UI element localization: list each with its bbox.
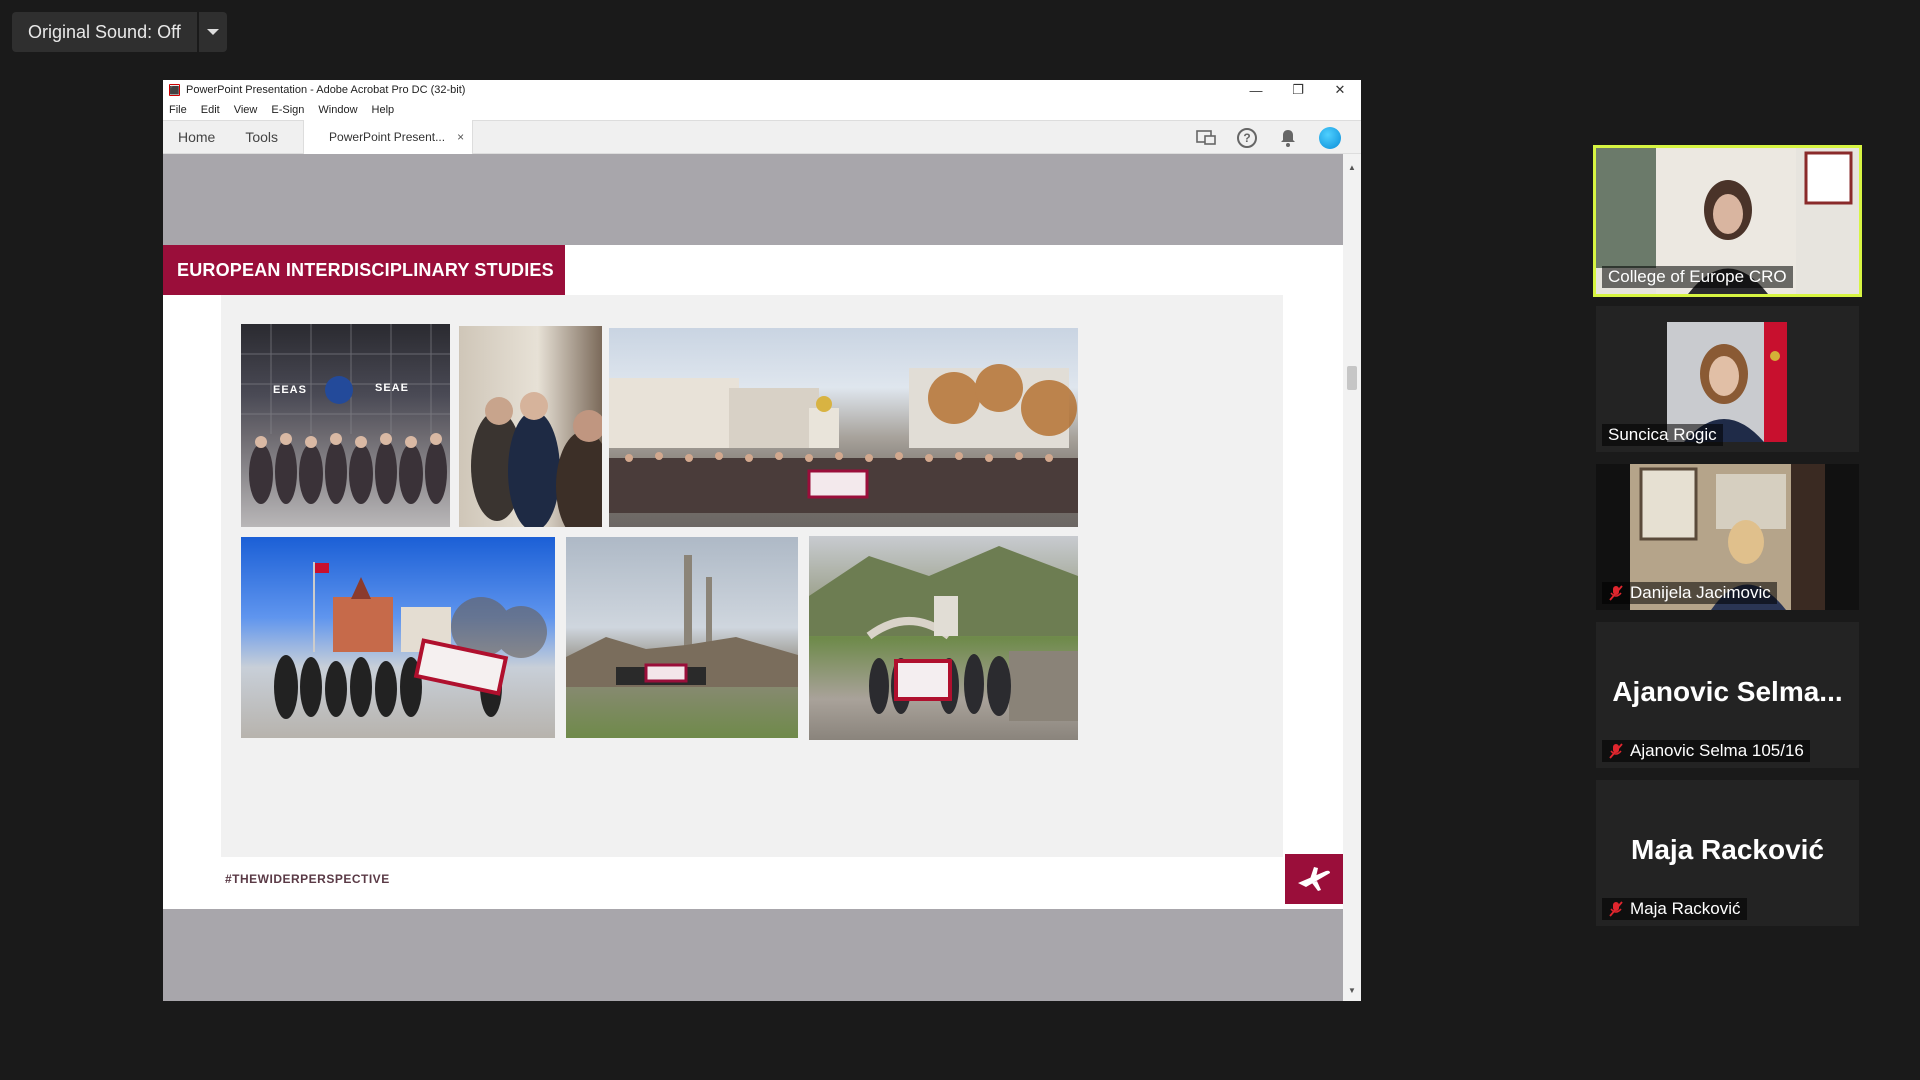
toolbar-icons: ? (1195, 121, 1341, 155)
photo-city-square-group (609, 328, 1078, 527)
tab-bar: Home Tools PowerPoint Present... × ? (163, 120, 1361, 154)
menu-bar: File Edit View E-Sign Window Help (163, 100, 1361, 120)
original-sound-control: Original Sound: Off (12, 12, 227, 52)
participant-display-name: Maja Racković (1631, 834, 1824, 865)
pdf-icon: ⬛ (169, 84, 180, 96)
participant-tile-suncica-rogic[interactable]: Suncica Rogic (1596, 306, 1859, 452)
close-tab-icon[interactable]: × (457, 130, 464, 144)
participant-display-name: Ajanovic Selma... (1612, 676, 1843, 707)
photo-old-bridge-hills (809, 536, 1078, 740)
window-title: PowerPoint Presentation - Adobe Acrobat … (186, 84, 466, 96)
photo-old-town-flags (241, 537, 555, 738)
menu-help[interactable]: Help (372, 104, 395, 116)
document-viewport: EUROPEAN INTERDISCIPLINARY STUDIES EEAS (163, 154, 1343, 1001)
chevron-down-icon (206, 29, 219, 35)
participant-tile-maja-rackovic[interactable]: Maja Racković Maja Racković (1596, 780, 1859, 926)
window-controls: — ❐ ✕ (1235, 80, 1361, 100)
participant-name: Ajanovic Selma 105/16 (1602, 740, 1810, 762)
menu-esign[interactable]: E-Sign (271, 104, 304, 116)
account-avatar[interactable] (1319, 127, 1341, 149)
menu-file[interactable]: File (169, 104, 187, 116)
bell-icon[interactable] (1277, 127, 1299, 149)
scroll-thumb[interactable] (1347, 366, 1357, 390)
window-titlebar: ⬛ PowerPoint Presentation - Adobe Acroba… (163, 80, 1361, 100)
scroll-down-icon[interactable]: ▼ (1343, 983, 1361, 997)
seae-sign: SEAE (375, 382, 409, 394)
participant-tile-college-of-europe[interactable]: College of Europe CRO (1593, 145, 1862, 297)
document-tab-label: PowerPoint Present... (329, 130, 446, 144)
original-sound-dropdown[interactable] (198, 12, 227, 52)
tab-document[interactable]: PowerPoint Present... × (303, 120, 474, 154)
mic-muted-icon (1609, 743, 1623, 759)
tab-home[interactable]: Home (163, 129, 230, 145)
airplane-icon (1298, 867, 1330, 891)
close-window-button[interactable]: ✕ (1319, 80, 1361, 100)
menu-window[interactable]: Window (318, 104, 357, 116)
mic-muted-icon (1609, 585, 1623, 601)
photo-eeas-group: EEAS SEAE (241, 324, 450, 527)
photo-ruins-column (566, 537, 798, 738)
participant-name: Danijela Jacimovic (1602, 582, 1777, 604)
slide-page: EUROPEAN INTERDISCIPLINARY STUDIES EEAS (163, 245, 1343, 909)
tab-tools[interactable]: Tools (230, 129, 293, 145)
participant-name: College of Europe CRO (1602, 266, 1793, 288)
participant-tile-danijela-jacimovic[interactable]: Danijela Jacimovic (1596, 464, 1859, 610)
plane-logo (1285, 854, 1343, 904)
minimize-button[interactable]: — (1235, 80, 1277, 100)
menu-view[interactable]: View (234, 104, 258, 116)
mic-muted-icon (1609, 901, 1623, 917)
photo-indoor-meeting (459, 326, 602, 527)
slide-hashtag: #THEWIDERPERSPECTIVE (225, 872, 390, 886)
participant-name: Maja Racković (1602, 898, 1747, 920)
photo-collage: EEAS SEAE (221, 295, 1283, 857)
acrobat-window: ⬛ PowerPoint Presentation - Adobe Acroba… (163, 80, 1361, 1001)
participant-name: Suncica Rogic (1602, 424, 1723, 446)
menu-edit[interactable]: Edit (201, 104, 220, 116)
eeas-sign: EEAS (273, 384, 307, 396)
share-screen-icon[interactable] (1195, 127, 1217, 149)
original-sound-button[interactable]: Original Sound: Off (12, 12, 197, 52)
scroll-up-icon[interactable]: ▲ (1343, 160, 1361, 174)
vertical-scrollbar[interactable]: ▲ ▼ (1343, 154, 1361, 1001)
help-icon[interactable]: ? (1237, 128, 1257, 148)
restore-button[interactable]: ❐ (1277, 80, 1319, 100)
participant-tile-ajanovic-selma[interactable]: Ajanovic Selma... Ajanovic Selma 105/16 (1596, 622, 1859, 768)
slide-title-banner: EUROPEAN INTERDISCIPLINARY STUDIES (163, 245, 565, 295)
